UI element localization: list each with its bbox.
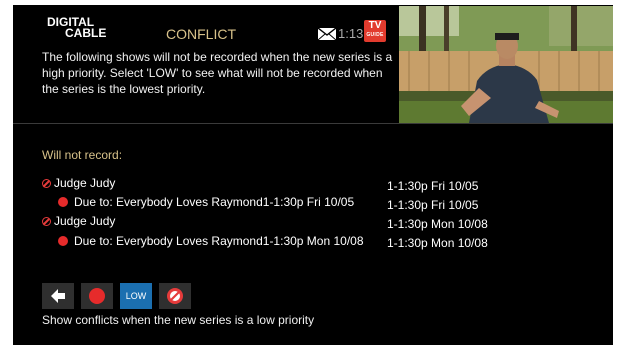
- conflict-due-to: Due to: Everybody Loves Raymond1-1:30p F…: [74, 195, 355, 209]
- conflict-show: Judge Judy: [54, 214, 116, 228]
- conflict-row[interactable]: Judge Judy: [42, 214, 115, 228]
- back-button[interactable]: [42, 283, 74, 309]
- record-dot-icon: [58, 197, 68, 207]
- conflict-reason-row[interactable]: Due to: Everybody Loves Raymond1-1:30p F…: [58, 195, 354, 209]
- conflict-reason-row[interactable]: Due to: Everybody Loves Raymond1-1:30p M…: [58, 234, 364, 248]
- back-arrow-icon: [51, 289, 65, 303]
- conflict-time: 1-1:30p Mon 10/08: [387, 217, 488, 231]
- low-priority-label: LOW: [125, 291, 147, 301]
- record-dot-icon: [58, 236, 68, 246]
- conflict-time: 1-1:30p Fri 10/05: [387, 179, 479, 193]
- prohibited-icon: [42, 217, 51, 226]
- hint-text: Show conflicts when the new series is a …: [42, 313, 315, 327]
- brand-line-2: CABLE: [65, 26, 107, 40]
- conflict-time: 1-1:30p Mon 10/08: [387, 236, 488, 250]
- section-label: Will not record:: [42, 148, 123, 162]
- screen: DIGITAL CABLE CONFLICT 1:13pm TV GUIDE T…: [13, 5, 613, 345]
- description-text: The following shows will not be recorded…: [42, 50, 393, 96]
- page-title: CONFLICT: [166, 26, 236, 42]
- record-button[interactable]: [81, 283, 113, 309]
- conflict-time: 1-1:30p Fri 10/05: [387, 198, 479, 212]
- brand-logo: DIGITAL CABLE: [47, 16, 107, 40]
- tv-guide-logo-tv: TV: [368, 20, 382, 31]
- tv-guide-logo: TV GUIDE: [364, 20, 386, 42]
- divider: [13, 123, 613, 124]
- conflict-due-to: Due to: Everybody Loves Raymond1-1:30p M…: [74, 234, 364, 248]
- record-icon: [89, 288, 105, 304]
- header-bar: DIGITAL CABLE CONFLICT 1:13pm TV GUIDE T…: [13, 5, 613, 123]
- prohibited-icon: [167, 288, 183, 304]
- prohibited-icon: [42, 179, 51, 188]
- tv-guide-logo-guide: GUIDE: [366, 32, 384, 38]
- video-preview: [399, 6, 613, 123]
- conflict-row[interactable]: Judge Judy: [42, 176, 115, 190]
- low-priority-button[interactable]: LOW: [120, 283, 152, 309]
- cancel-recording-button[interactable]: [159, 283, 191, 309]
- conflict-show: Judge Judy: [54, 176, 116, 190]
- mail-icon: [318, 28, 336, 40]
